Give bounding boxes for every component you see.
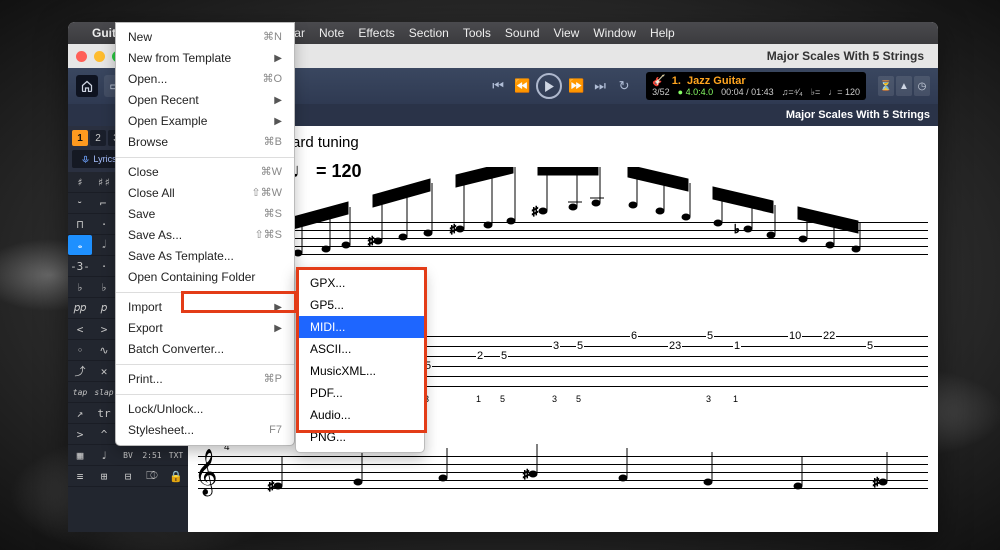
file-menu-save-as-template-[interactable]: Save As Template... xyxy=(116,246,294,267)
menu-window[interactable]: Window xyxy=(593,26,636,40)
bar-counter: 3/52 xyxy=(652,87,670,98)
export-audio-[interactable]: Audio... xyxy=(296,404,424,426)
tab-fret[interactable]: 23 xyxy=(668,340,682,352)
svg-text:♯: ♯ xyxy=(532,204,538,218)
export-png-[interactable]: PNG... xyxy=(296,426,424,448)
svg-text:♯: ♯ xyxy=(450,222,456,236)
file-menu-open-[interactable]: Open...⌘O xyxy=(116,69,294,90)
file-menu-open-containing-folder[interactable]: Open Containing Folder xyxy=(116,267,294,288)
fingering: 1 xyxy=(733,394,738,404)
skip-start-button[interactable]: ⏮ xyxy=(488,76,508,96)
file-menu-save-as-[interactable]: Save As...⇧⌘S xyxy=(116,225,294,246)
close-button[interactable] xyxy=(76,51,87,62)
home-button[interactable] xyxy=(76,75,98,97)
svg-text:♯: ♯ xyxy=(523,467,529,481)
file-menu-import[interactable]: Import▶ xyxy=(116,297,294,318)
guitar-icon: 🎸 xyxy=(652,74,666,87)
file-menu-open-example[interactable]: Open Example▶ xyxy=(116,111,294,132)
tab-fret[interactable]: 5 xyxy=(424,360,432,372)
export-ascii-[interactable]: ASCII... xyxy=(296,338,424,360)
menu-section[interactable]: Section xyxy=(409,26,449,40)
fingering: 1 xyxy=(476,394,481,404)
tuning-label: ard tuning xyxy=(292,134,359,151)
file-menu-save[interactable]: Save⌘S xyxy=(116,204,294,225)
tab-fret[interactable]: 5 xyxy=(500,350,508,362)
file-menu-open-recent[interactable]: Open Recent▶ xyxy=(116,90,294,111)
countdown-button[interactable]: ⏳ xyxy=(878,76,894,96)
file-menu-browse[interactable]: Browse⌘B xyxy=(116,132,294,153)
export-gp5-[interactable]: GP5... xyxy=(296,294,424,316)
fingering: 3 xyxy=(706,394,711,404)
menu-help[interactable]: Help xyxy=(650,26,675,40)
fingering: 3 xyxy=(552,394,557,404)
ffwd-button[interactable]: ⏩ xyxy=(566,76,586,96)
metronome-button[interactable]: ▲ xyxy=(896,76,912,96)
tab-fret[interactable]: 5 xyxy=(706,330,714,342)
bpm-display: ♩= 120 xyxy=(828,87,860,98)
export-midi-[interactable]: MIDI... xyxy=(296,316,424,338)
file-menu-lock-unlock-[interactable]: Lock/Unlock... xyxy=(116,399,294,420)
export-pdf-[interactable]: PDF... xyxy=(296,382,424,404)
tab-fret[interactable]: 5 xyxy=(866,340,874,352)
transport-info: 🎸 1. Jazz Guitar 3/52 ● 4.0:4.0 00:04 / … xyxy=(646,72,866,100)
time-sig: ♫=⁴⁄₄ xyxy=(782,87,803,98)
tempo-ratio[interactable]: ● 4.0:4.0 xyxy=(678,87,713,98)
file-menu-dropdown: New⌘NNew from Template▶Open...⌘OOpen Rec… xyxy=(115,22,295,446)
file-menu-print-[interactable]: Print...⌘P xyxy=(116,369,294,390)
svg-text:♭: ♭ xyxy=(734,222,740,236)
tab-fret[interactable]: 22 xyxy=(822,330,836,342)
play-button[interactable] xyxy=(536,73,562,99)
voice-1[interactable]: 1 xyxy=(72,130,88,146)
tab-fret[interactable]: 3 xyxy=(552,340,560,352)
tab-fret[interactable]: 6 xyxy=(630,330,638,342)
tab-fret[interactable]: 2 xyxy=(476,350,484,362)
svg-text:♯: ♯ xyxy=(368,234,374,248)
play-icon xyxy=(544,81,555,92)
skip-end-button[interactable]: ⏭ xyxy=(590,76,610,96)
file-menu-close-all[interactable]: Close All⇧⌘W xyxy=(116,183,294,204)
fingering: 5 xyxy=(500,394,505,404)
document-title: Major Scales With 5 Strings xyxy=(767,49,924,63)
playback-controls: ⏮ ⏪ ⏩ ⏭ ↻ xyxy=(488,73,634,99)
track-header-title: Major Scales With 5 Strings xyxy=(786,109,930,121)
tab-fret[interactable]: 1 xyxy=(733,340,741,352)
menu-view[interactable]: View xyxy=(554,26,580,40)
menu-tools[interactable]: Tools xyxy=(463,26,491,40)
home-icon xyxy=(81,80,93,92)
svg-text:♯: ♯ xyxy=(268,479,274,493)
file-menu-batch-converter-[interactable]: Batch Converter... xyxy=(116,339,294,360)
menu-effects[interactable]: Effects xyxy=(358,26,394,40)
music-notes: ♯ ♯ ♯ xyxy=(198,167,928,277)
export-musicxml-[interactable]: MusicXML... xyxy=(296,360,424,382)
tab-fret[interactable]: 10 xyxy=(788,330,802,342)
toolbar-right: ⏳ ▲ ◷ xyxy=(878,76,930,96)
file-menu-new-from-template[interactable]: New from Template▶ xyxy=(116,48,294,69)
key-sig: ♭= xyxy=(811,87,821,98)
loop-button[interactable]: ↻ xyxy=(614,76,634,96)
minimize-button[interactable] xyxy=(94,51,105,62)
track-name: Jazz Guitar xyxy=(687,75,746,87)
file-menu-stylesheet-[interactable]: Stylesheet...F7 xyxy=(116,420,294,441)
fingering: 5 xyxy=(576,394,581,404)
svg-text:♯: ♯ xyxy=(873,475,879,489)
file-menu-export[interactable]: Export▶ xyxy=(116,318,294,339)
tuner-button[interactable]: ◷ xyxy=(914,76,930,96)
export-submenu: GPX...GP5...MIDI...ASCII...MusicXML...PD… xyxy=(295,267,425,453)
menu-note[interactable]: Note xyxy=(319,26,344,40)
export-gpx-[interactable]: GPX... xyxy=(296,272,424,294)
tab-fret[interactable]: 5 xyxy=(576,340,584,352)
file-menu-close[interactable]: Close⌘W xyxy=(116,162,294,183)
time-counter: 00:04 / 01:43 xyxy=(721,87,774,98)
voice-2[interactable]: 2 xyxy=(90,130,106,146)
mic-icon xyxy=(81,155,90,164)
rewind-button[interactable]: ⏪ xyxy=(512,76,532,96)
track-index: 1. xyxy=(672,75,681,87)
menu-sound[interactable]: Sound xyxy=(505,26,540,40)
file-menu-new[interactable]: New⌘N xyxy=(116,27,294,48)
